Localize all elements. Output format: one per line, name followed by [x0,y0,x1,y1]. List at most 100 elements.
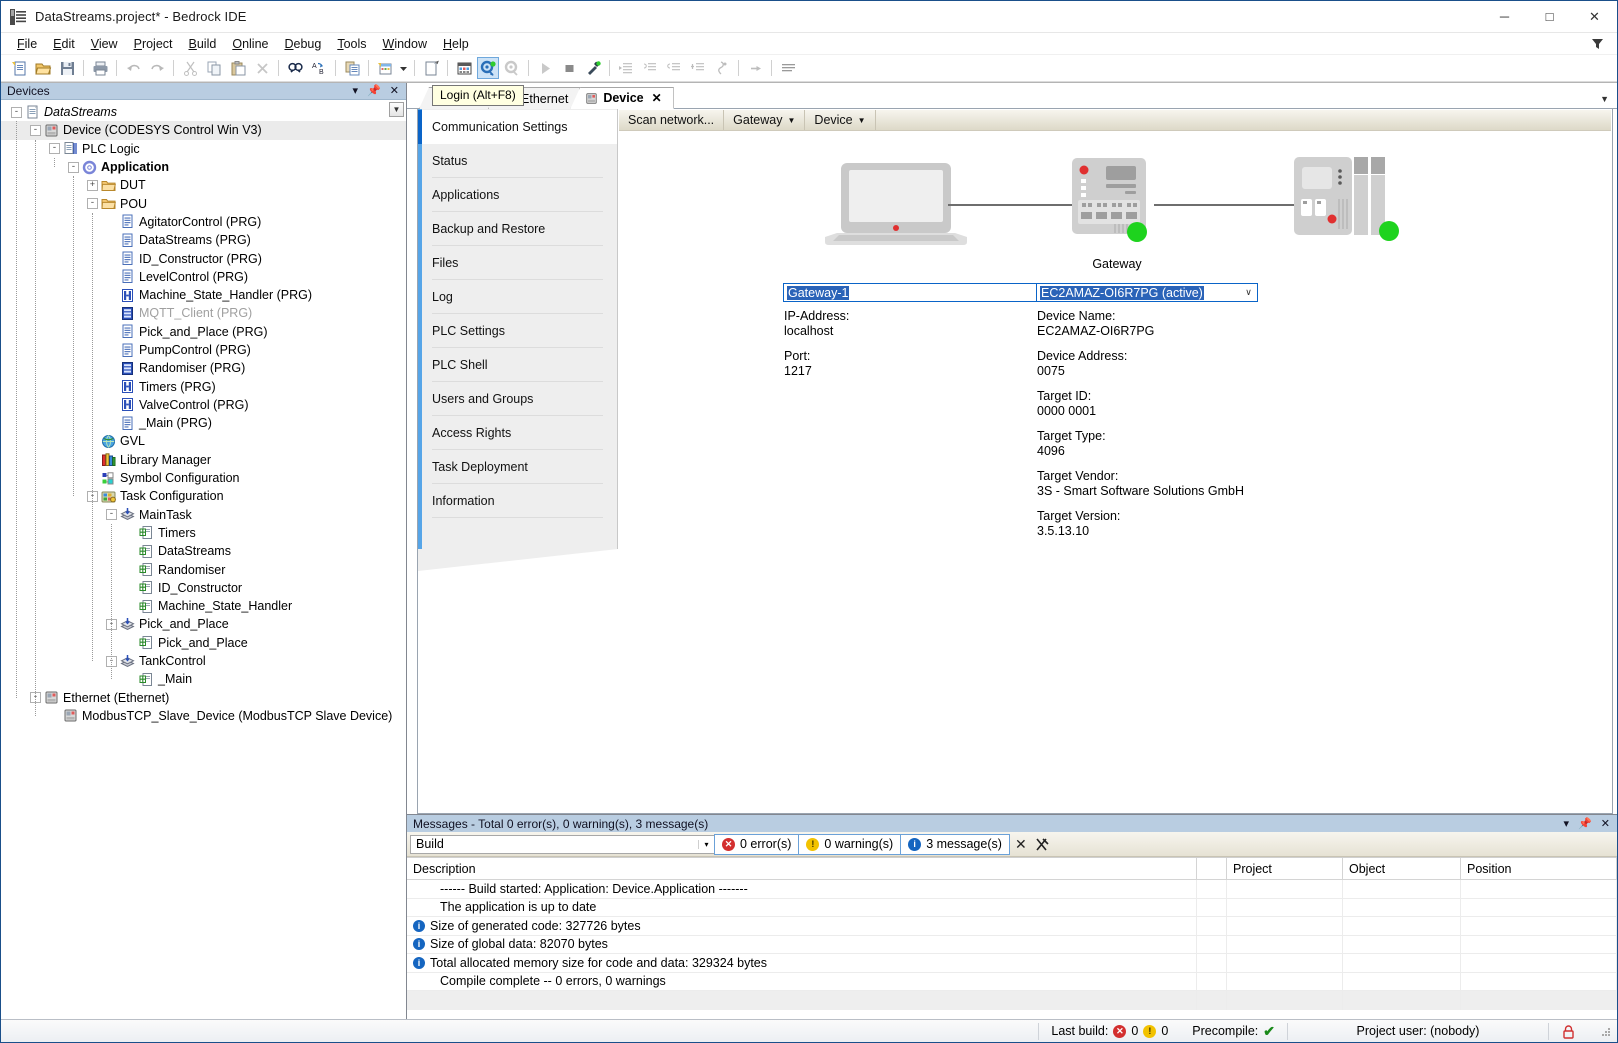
chevron-down-icon[interactable]: ▾ [698,839,714,849]
command-gateway[interactable]: Gateway ▼ [724,110,806,130]
tree-item[interactable]: AgitatorControl (PRG) [1,213,406,231]
logout-icon[interactable] [501,57,523,79]
open-project-icon[interactable] [32,57,54,79]
tree-item[interactable]: Randomiser (PRG) [1,359,406,377]
find-icon[interactable] [284,57,306,79]
tree-item[interactable]: Symbol Configuration [1,469,406,487]
tree-item[interactable]: _Main [1,670,406,688]
gateway-select[interactable]: Gateway-1 ∨ [783,283,1053,302]
filter-warnings-button[interactable]: ! 0 warning(s) [798,833,902,855]
undo-icon[interactable] [122,57,144,79]
tree-expander[interactable]: - [11,106,22,118]
new-breakpoint-icon[interactable] [687,57,709,79]
device-nav-backup-and-restore[interactable]: Backup and Restore [418,212,617,246]
message-row[interactable]: ------ Build started: Application: Devic… [407,880,1617,899]
close-icon[interactable]: ✕ [1601,817,1610,830]
tree-item[interactable]: - DataStreams [1,103,406,121]
tree-item[interactable]: - PLC Logic [1,140,406,158]
close-icon[interactable]: ✕ [390,85,399,97]
start-icon[interactable] [534,57,556,79]
menu-build[interactable]: Build [181,35,225,53]
tree-item[interactable]: + DUT [1,176,406,194]
menu-debug[interactable]: Debug [276,35,329,53]
chevron-down-icon[interactable]: ▾ [1564,817,1570,830]
tree-expander[interactable]: + [87,179,98,191]
tree-item[interactable]: _Main (PRG) [1,414,406,432]
column-header-object[interactable]: Object [1343,858,1461,879]
debug-icon[interactable] [582,57,604,79]
paste-icon[interactable] [227,57,249,79]
tree-item[interactable]: ID_Constructor [1,579,406,597]
chevron-down-icon[interactable]: ▼ [858,116,866,125]
tree-item[interactable]: ID_Constructor (PRG) [1,249,406,267]
menu-window[interactable]: Window [375,35,435,53]
login-icon[interactable] [477,57,499,79]
redo-icon[interactable] [146,57,168,79]
message-category-select[interactable]: Build ▾ [410,834,715,854]
device-nav-users-and-groups[interactable]: Users and Groups [418,382,617,416]
tree-item[interactable]: LevelControl (PRG) [1,268,406,286]
message-row[interactable]: Compile complete -- 0 errors, 0 warnings [407,972,1617,991]
tree-item[interactable]: MQTT_Client (PRG) [1,304,406,322]
device-nav-log[interactable]: Log [418,280,617,314]
messages-table[interactable]: Description Project Object Position ----… [407,857,1617,1019]
device-nav-access-rights[interactable]: Access Rights [418,416,617,450]
new-project-icon[interactable] [8,57,30,79]
chevron-down-icon[interactable]: ∨ [1240,284,1257,301]
lock-icon[interactable] [1549,1020,1588,1042]
tree-item[interactable]: - TankControl [1,652,406,670]
build-dropdown-icon[interactable] [398,57,409,79]
stop-icon[interactable] [558,57,580,79]
device-nav-plc-settings[interactable]: PLC Settings [418,314,617,348]
delete-icon[interactable] [251,57,273,79]
column-header-project[interactable]: Project [1227,858,1343,879]
menu-file[interactable]: File [9,35,45,53]
tree-item[interactable]: Timers (PRG) [1,377,406,395]
tree-expander[interactable]: - [68,161,79,173]
clear-all-messages-icon[interactable] [1032,834,1054,855]
filter-messages-button[interactable]: i 3 message(s) [900,833,1010,855]
print-icon[interactable] [89,57,111,79]
tab-close-icon[interactable]: ✕ [652,91,662,105]
device-nav-information[interactable]: Information [418,484,617,518]
tree-item[interactable]: Pick_and_Place [1,634,406,652]
command-device[interactable]: Device ▼ [805,110,876,130]
chevron-down-icon[interactable]: ▼ [788,116,796,125]
tree-expander[interactable]: - [106,509,117,521]
menu-help[interactable]: Help [435,35,477,53]
tree-item[interactable]: Randomiser [1,560,406,578]
maximize-button[interactable]: □ [1527,1,1572,33]
write-values-icon[interactable] [777,57,799,79]
tree-item[interactable]: DataStreams (PRG) [1,231,406,249]
tree-item[interactable]: - Device (CODESYS Control Win V3) [1,121,406,140]
device-nav-plc-shell[interactable]: PLC Shell [418,348,617,382]
resize-grip-icon[interactable] [1588,1020,1617,1042]
clear-messages-icon[interactable]: ✕ [1010,834,1032,855]
browse-crossref-icon[interactable] [341,57,363,79]
tree-item[interactable]: ValveControl (PRG) [1,396,406,414]
online-config-icon[interactable] [453,57,475,79]
replace-icon[interactable]: AB [308,57,330,79]
editor-tab-device[interactable]: Device ✕ [570,87,674,109]
funnel-filter-icon[interactable] [1590,36,1605,51]
tree-item[interactable]: - MainTask [1,506,406,524]
tree-item[interactable]: - Ethernet (Ethernet) [1,689,406,707]
tree-item[interactable]: - Task Configuration [1,487,406,505]
device-nav-status[interactable]: Status [418,144,617,178]
tree-item[interactable]: Library Manager [1,451,406,469]
message-row[interactable]: The application is up to date [407,898,1617,917]
message-row[interactable]: i Size of generated code: 327726 bytes [407,917,1617,936]
menu-online[interactable]: Online [224,35,276,53]
tree-item[interactable]: DataStreams [1,542,406,560]
menu-project[interactable]: Project [126,35,181,53]
tree-expander[interactable]: - [49,143,60,155]
step-out-icon[interactable] [663,57,685,79]
device-nav-communication-settings[interactable]: Communication Settings [418,110,617,144]
tree-item[interactable]: Pick_and_Place (PRG) [1,323,406,341]
copy-icon[interactable] [203,57,225,79]
device-tree[interactable]: ▼ - DataStreams - Device (CODESYS Control W… [1,100,406,1019]
command-scan-network[interactable]: Scan network... [619,110,725,130]
cut-icon[interactable] [179,57,201,79]
menu-tools[interactable]: Tools [329,35,374,53]
minimize-button[interactable]: ─ [1482,1,1527,33]
